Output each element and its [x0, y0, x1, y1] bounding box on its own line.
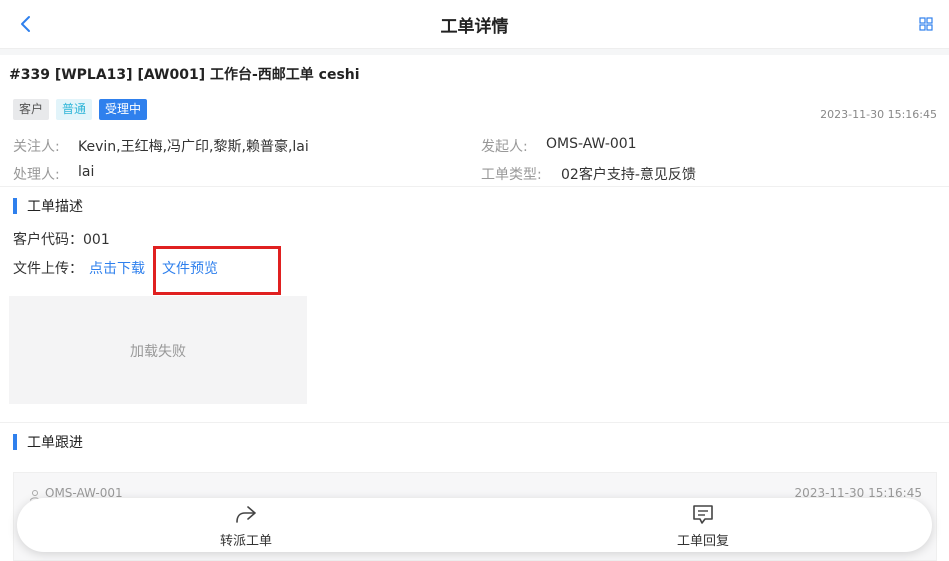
header-gap: [0, 49, 949, 55]
tag-priority: 普通: [56, 99, 93, 120]
divider: [0, 422, 949, 423]
handler-value: lai: [78, 164, 95, 180]
section-marker: [13, 434, 17, 450]
reply-order-button[interactable]: 工单回复: [603, 498, 803, 552]
followers-label: 关注人:: [13, 139, 60, 155]
order-type-label: 工单类型:: [481, 167, 542, 183]
divider: [0, 186, 949, 187]
highlight-annotation-box: [153, 246, 281, 295]
initiator-label: 发起人:: [481, 139, 528, 155]
image-failed-text: 加载失败: [130, 344, 186, 360]
order-type-value: 02客户支持-意见反馈: [561, 167, 696, 183]
grid-icon[interactable]: [919, 17, 933, 31]
description-section-title: 工单描述: [27, 199, 83, 215]
share-forward-icon: [236, 506, 256, 523]
followers-value: Kevin,王红梅,冯广印,黎斯,赖普豪,lai: [78, 139, 309, 155]
reply-order-label: 工单回复: [676, 534, 729, 549]
top-header: 工单详情: [0, 0, 949, 49]
order-title: #339 [WPLA13] [AW001] 工作台-西邮工单 ceshi: [9, 67, 360, 83]
followup-section-title: 工单跟进: [27, 435, 83, 451]
page-title: 工单详情: [440, 17, 509, 37]
status-badge: 受理中: [99, 99, 148, 120]
section-marker: [13, 198, 17, 214]
created-timestamp: 2023-11-30 15:16:45: [820, 108, 937, 121]
forward-order-label: 转派工单: [219, 534, 272, 549]
image-placeholder[interactable]: 加载失败: [9, 296, 307, 404]
forward-order-button[interactable]: 转派工单: [146, 498, 346, 552]
bottom-action-bar: 转派工单 工单回复: [17, 498, 932, 552]
tag-customer: 客户: [13, 99, 50, 120]
handler-label: 处理人:: [13, 167, 60, 183]
file-upload-label: 文件上传：: [13, 261, 83, 277]
initiator-value: OMS-AW-001: [546, 136, 637, 152]
message-icon: [693, 505, 713, 524]
customer-code: 客户代码：001: [13, 232, 110, 248]
download-link[interactable]: 点击下载: [89, 258, 145, 278]
